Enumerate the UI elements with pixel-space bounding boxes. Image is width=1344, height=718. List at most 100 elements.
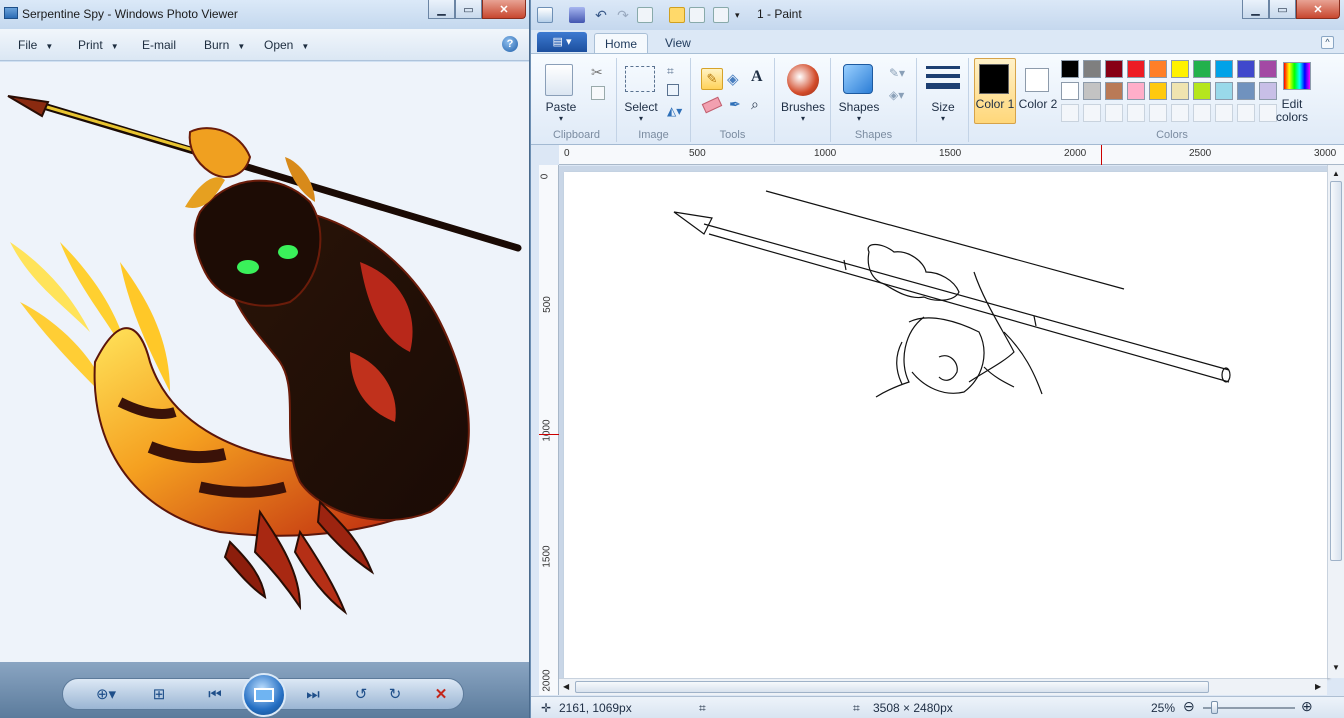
edit-colors-icon[interactable] — [1283, 62, 1311, 90]
shapes-button[interactable]: Shapes — [831, 100, 887, 114]
select-button[interactable]: Select — [619, 100, 663, 114]
custom-color-slot[interactable] — [1105, 104, 1123, 122]
crop-icon[interactable]: ⌗ — [667, 64, 674, 79]
size-icon[interactable] — [926, 66, 960, 69]
edit-colors-button[interactable]: Edit colors — [1271, 98, 1313, 124]
palette-swatch[interactable] — [1237, 60, 1255, 78]
menu-open[interactable]: Open ▼ — [264, 38, 309, 52]
size-button[interactable]: Size — [917, 100, 969, 114]
brushes-icon[interactable] — [787, 64, 819, 96]
zoom-slider-thumb[interactable] — [1211, 701, 1218, 714]
palette-swatch[interactable] — [1127, 60, 1145, 78]
scroll-up-icon[interactable]: ▲ — [1332, 169, 1340, 178]
palette-swatch[interactable] — [1061, 82, 1079, 100]
zoom-out-icon[interactable]: ⊖ — [1183, 698, 1195, 715]
horizontal-scroll-thumb[interactable] — [575, 681, 1209, 693]
next-icon[interactable]: ⏭ — [302, 684, 324, 704]
palette-swatch[interactable] — [1193, 82, 1211, 100]
copy-icon[interactable] — [591, 86, 605, 100]
rotate-icon[interactable]: ◭▾ — [667, 104, 682, 118]
shapes-dropdown-icon[interactable]: ▾ — [831, 114, 887, 123]
palette-swatch[interactable] — [1105, 82, 1123, 100]
color-picker-icon[interactable]: ✒ — [729, 96, 741, 113]
maximize-button[interactable]: ▭ — [455, 0, 482, 19]
palette-swatch[interactable] — [1149, 60, 1167, 78]
menu-file[interactable]: File ▼ — [18, 38, 53, 52]
delete-icon[interactable]: ✕ — [430, 684, 452, 704]
eraser-icon[interactable] — [701, 96, 723, 114]
paint-menu-button[interactable]: ▤ ▾ — [537, 32, 587, 52]
shapes-icon[interactable] — [843, 64, 873, 94]
outline-icon[interactable]: ✎▾ — [889, 66, 905, 80]
palette-swatch[interactable] — [1193, 60, 1211, 78]
pencil-icon[interactable]: ✎ — [701, 68, 723, 90]
menu-print[interactable]: Print ▼ — [78, 38, 119, 52]
slideshow-icon[interactable] — [242, 673, 286, 717]
custom-color-slot[interactable] — [1149, 104, 1167, 122]
custom-color-slot[interactable] — [1127, 104, 1145, 122]
color2-label[interactable]: Color 2 — [1018, 98, 1058, 111]
zoom-in-icon[interactable]: ⊕ — [1301, 698, 1313, 715]
palette-swatch[interactable] — [1061, 60, 1079, 78]
fill-qat-icon[interactable] — [713, 7, 729, 23]
close-button[interactable]: ✕ — [482, 0, 526, 19]
vertical-scroll-thumb[interactable] — [1330, 181, 1342, 561]
check-icon[interactable] — [637, 7, 653, 23]
size-dropdown-icon[interactable]: ▾ — [917, 114, 969, 123]
custom-color-slot[interactable] — [1083, 104, 1101, 122]
paste-dropdown-icon[interactable]: ▾ — [541, 114, 581, 123]
close-button[interactable]: ✕ — [1296, 0, 1340, 19]
vertical-scrollbar[interactable]: ▲ ▼ — [1327, 165, 1344, 678]
fill-icon[interactable]: ◈ — [727, 70, 739, 88]
palette-swatch[interactable] — [1171, 60, 1189, 78]
color2-swatch[interactable] — [1025, 68, 1049, 92]
help-icon[interactable]: ? — [502, 36, 518, 52]
maximize-button[interactable]: ▭ — [1269, 0, 1296, 19]
brushes-dropdown-icon[interactable]: ▾ — [775, 114, 831, 123]
tab-view[interactable]: View — [655, 33, 701, 54]
palette-swatch[interactable] — [1171, 82, 1189, 100]
collapse-ribbon-icon[interactable]: ^ — [1321, 36, 1334, 49]
text-icon[interactable]: A — [751, 68, 763, 86]
redo-icon[interactable]: ↷ — [615, 7, 631, 23]
undo-icon[interactable]: ↶ — [593, 7, 609, 23]
cut-icon[interactable]: ✂ — [591, 64, 603, 81]
print-preview-icon[interactable] — [689, 7, 705, 23]
palette-swatch[interactable] — [1259, 60, 1277, 78]
palette-swatch[interactable] — [1149, 82, 1167, 100]
custom-color-slot[interactable] — [1215, 104, 1233, 122]
palette-swatch[interactable] — [1127, 82, 1145, 100]
zoom-icon[interactable]: ⊕▾ — [90, 684, 122, 704]
horizontal-scrollbar[interactable]: ◀ ▶ — [559, 678, 1327, 695]
scroll-down-icon[interactable]: ▼ — [1332, 663, 1340, 672]
palette-swatch[interactable] — [1105, 60, 1123, 78]
menu-email[interactable]: E-mail — [142, 38, 176, 52]
select-icon[interactable] — [625, 66, 655, 92]
brushes-button[interactable]: Brushes — [775, 100, 831, 114]
custom-color-slot[interactable] — [1237, 104, 1255, 122]
scroll-right-icon[interactable]: ▶ — [1315, 682, 1321, 691]
title-bar[interactable]: ↶ ↷ ▾ 1 - Paint ▁ ▭ ✕ — [531, 0, 1344, 30]
minimize-button[interactable]: ▁ — [1242, 0, 1269, 19]
palette-swatch[interactable] — [1083, 60, 1101, 78]
select-dropdown-icon[interactable]: ▾ — [619, 114, 663, 123]
palette-swatch[interactable] — [1215, 82, 1233, 100]
palette-swatch[interactable] — [1237, 82, 1255, 100]
customize-qat-icon[interactable]: ▾ — [735, 7, 751, 23]
title-bar[interactable]: Serpentine Spy - Windows Photo Viewer ▁ … — [0, 0, 529, 29]
palette-swatch[interactable] — [1215, 60, 1233, 78]
resize-icon[interactable] — [667, 84, 679, 96]
previous-icon[interactable]: ⏮ — [204, 684, 226, 704]
tab-home[interactable]: Home — [594, 33, 649, 54]
paste-button[interactable]: Paste — [541, 100, 581, 114]
menu-burn[interactable]: Burn ▼ — [204, 38, 245, 52]
save-icon[interactable] — [569, 7, 585, 23]
custom-color-slot[interactable] — [1061, 104, 1079, 122]
fit-window-icon[interactable]: ⊞ — [148, 684, 170, 704]
pencil-qat-icon[interactable] — [669, 7, 685, 23]
custom-color-slot[interactable] — [1193, 104, 1211, 122]
minimize-button[interactable]: ▁ — [428, 0, 455, 19]
paste-icon[interactable] — [545, 64, 573, 96]
paint-app-icon[interactable] — [537, 7, 553, 23]
drawing-canvas[interactable] — [564, 172, 1329, 678]
